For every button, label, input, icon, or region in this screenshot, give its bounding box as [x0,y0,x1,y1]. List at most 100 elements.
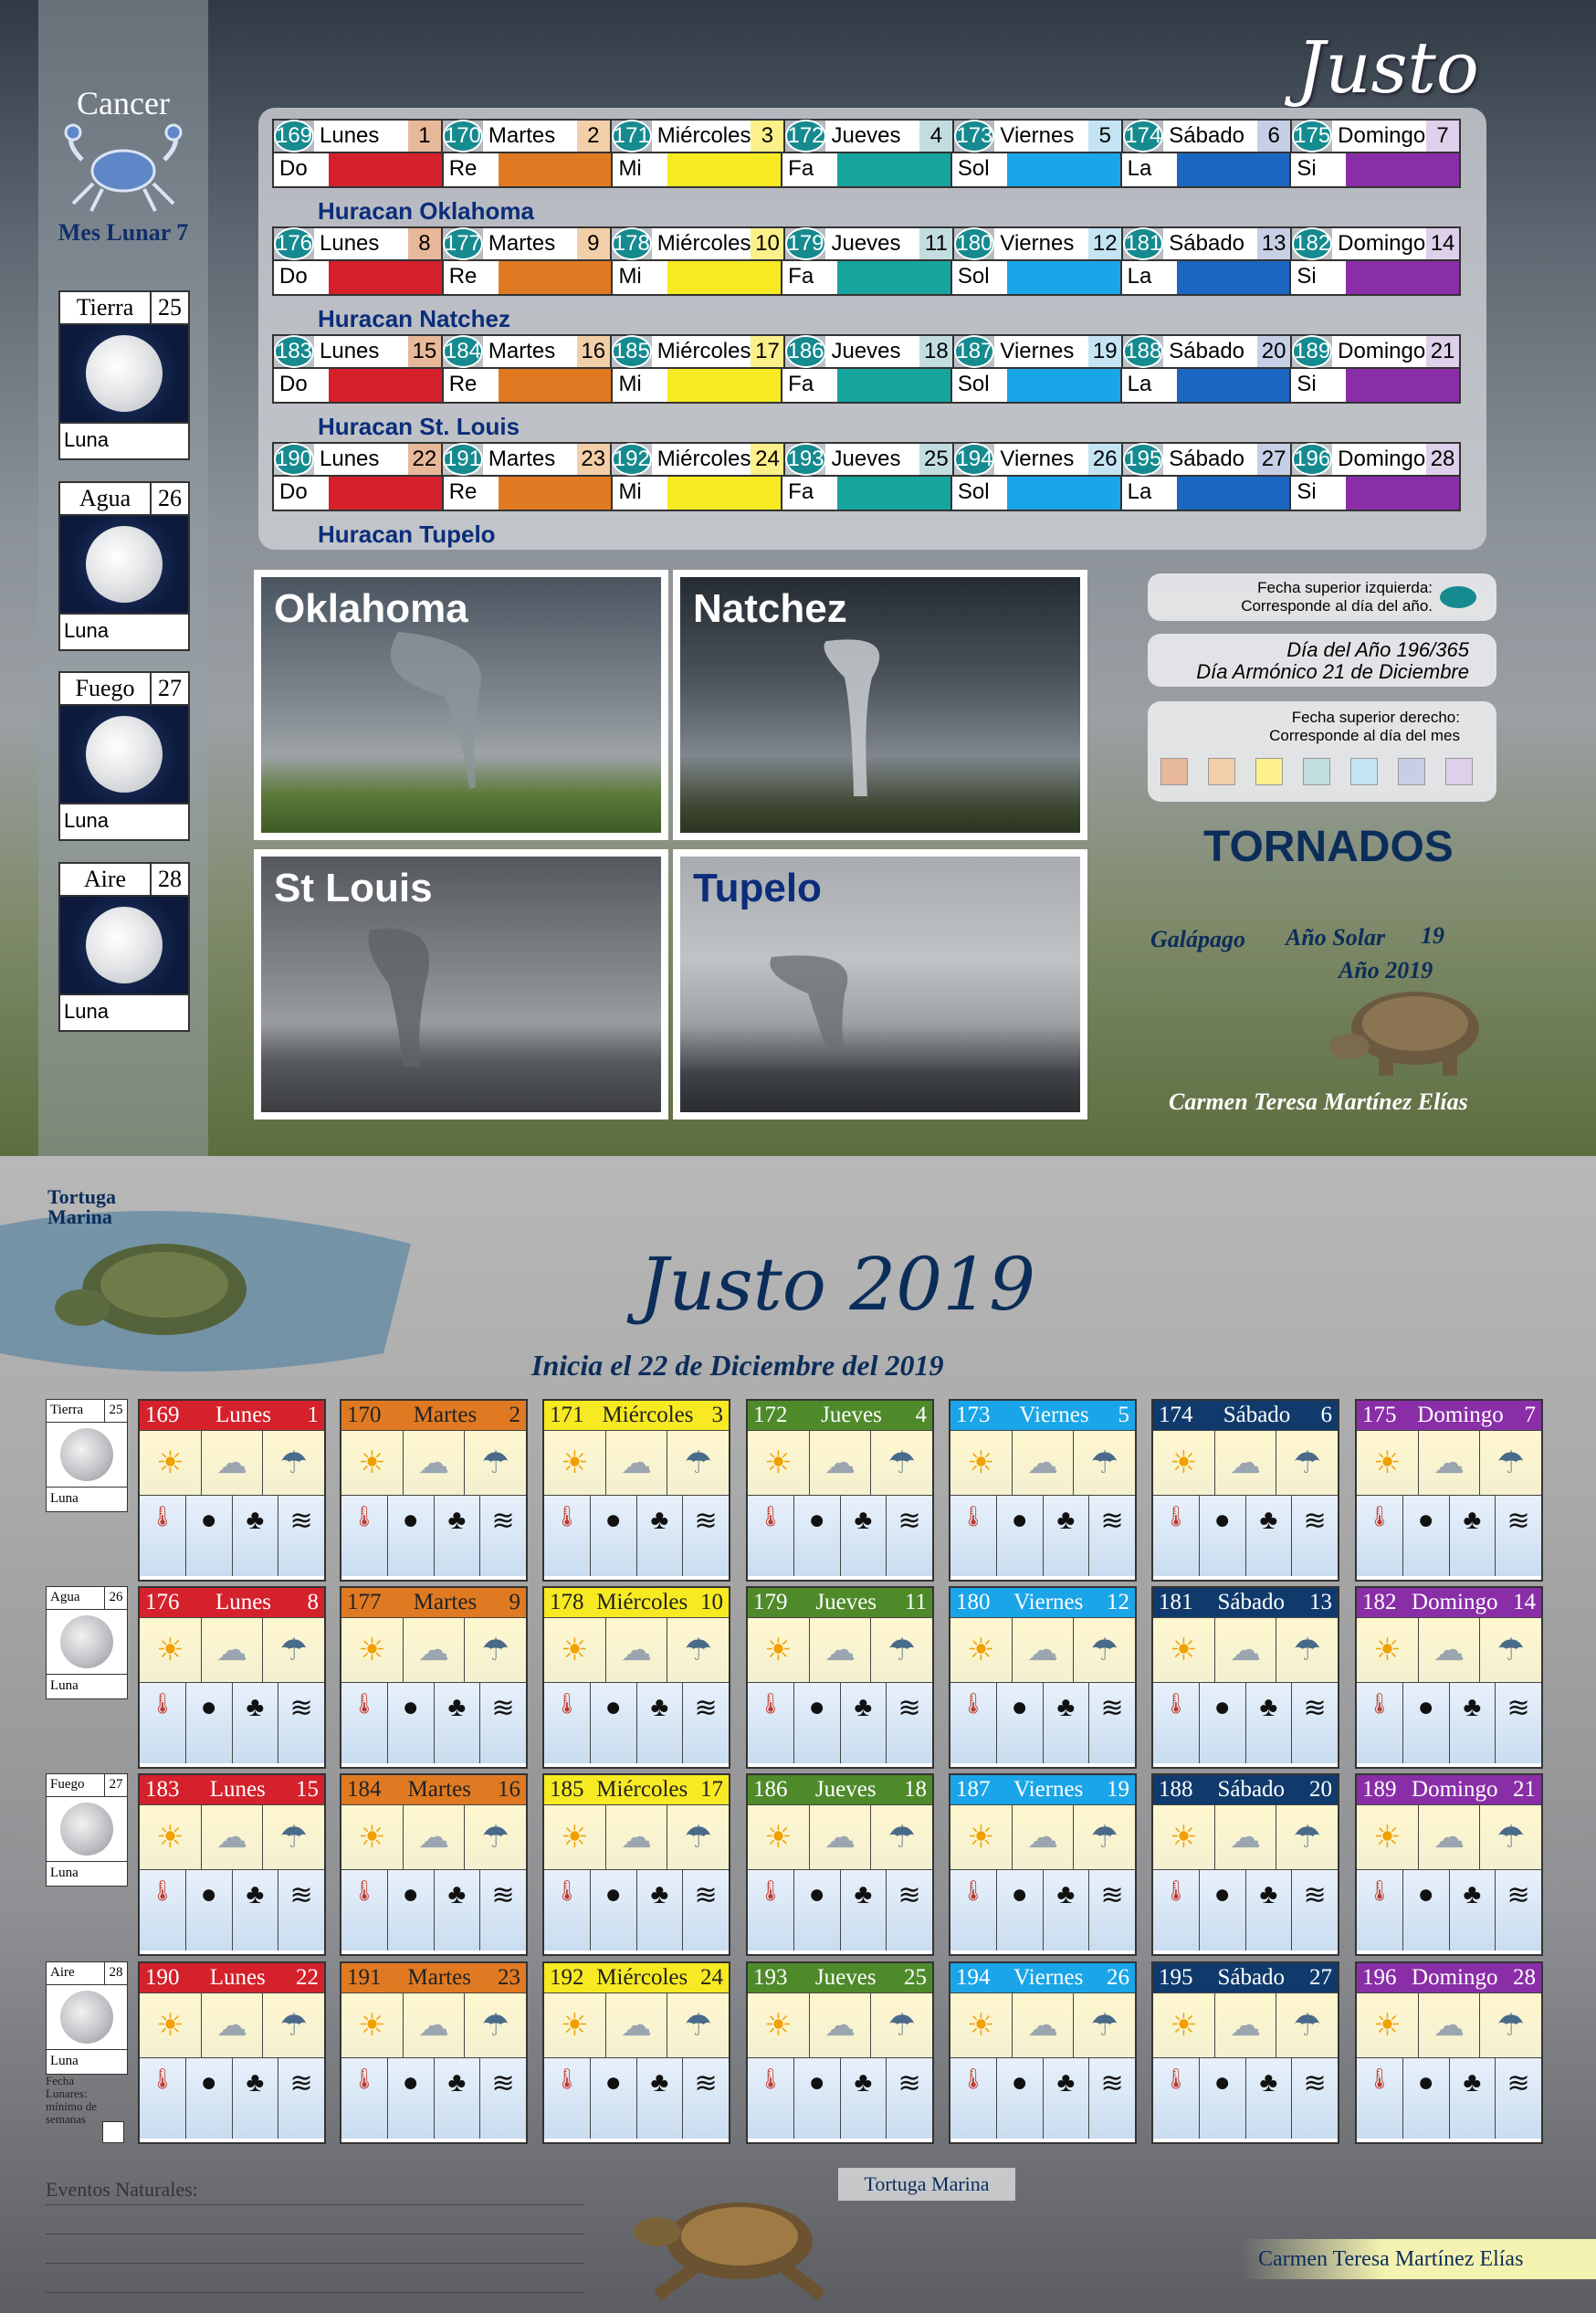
week-row: 176 Lunes 8 177 Martes 9 178 Miércoles 10 179 Juev… [272,226,1462,296]
day-card[interactable]: 178 Miércoles 10 ☀ ☁ ☂ 🌡 ● ♣ ≋ [542,1586,730,1769]
cloud-icon: ☁ [202,1993,264,2057]
day-cell: 185 Miércoles 17 [609,334,784,369]
planet-color-bar [1176,477,1290,510]
day-card[interactable]: 189 Domingo 21 ☀ ☁ ☂ 🌡 ● ♣ ≋ [1355,1773,1543,1956]
planet-cell: Do [272,477,442,511]
cloud-icon: ☁ [1419,1618,1481,1682]
day-cell: 173 Viernes 5 [952,119,1122,153]
day-card[interactable]: 183 Lunes 15 ☀ ☁ ☂ 🌡 ● ♣ ≋ [138,1773,326,1956]
day-of-year-badge: 196 [1292,443,1333,476]
day-of-year: 195 [1159,1965,1193,1990]
cloud-icon: ☁ [202,1618,264,1682]
cloud-icon: ☁ [1013,1805,1075,1869]
day-card[interactable]: 181 Sábado 13 ☀ ☁ ☂ 🌡 ● ♣ ≋ [1151,1586,1339,1769]
tortuga-marina-label: Tortuga Marina [47,1185,116,1228]
day-card[interactable]: 171 Miércoles 3 ☀ ☁ ☂ 🌡 ● ♣ ≋ [542,1399,730,1582]
day-of-year-badge: 190 [273,443,315,476]
thermometer-icon: 🌡 [1153,1683,1200,1763]
weekday-name: Martes [482,336,577,367]
day-card[interactable]: 179 Jueves 11 ☀ ☁ ☂ 🌡 ● ♣ ≋ [746,1586,934,1769]
day-card[interactable]: 186 Jueves 18 ☀ ☁ ☂ 🌡 ● ♣ ≋ [746,1773,934,1956]
fecha-checkbox[interactable] [102,2121,124,2143]
day-card[interactable]: 188 Sábado 20 ☀ ☁ ☂ 🌡 ● ♣ ≋ [1151,1773,1339,1956]
day-card[interactable]: 184 Martes 16 ☀ ☁ ☂ 🌡 ● ♣ ≋ [340,1773,528,1956]
day-card[interactable]: 180 Viernes 12 ☀ ☁ ☂ 🌡 ● ♣ ≋ [949,1586,1137,1769]
wind-icon: ≋ [1303,1506,1327,1536]
day-card[interactable]: 187 Viernes 19 ☀ ☁ ☂ 🌡 ● ♣ ≋ [949,1773,1137,1956]
cloud-icon: ☁ [1013,1993,1075,2057]
planet-color-bar [837,477,950,510]
rain-icon: ☂ [1293,2009,1321,2043]
day-of-year-badge: 194 [954,443,995,476]
day-cell: 189 Domingo 21 [1290,334,1462,369]
day-of-month: 8 [307,1590,319,1614]
day-card[interactable]: 177 Martes 9 ☀ ☁ ☂ 🌡 ● ♣ ≋ [340,1586,528,1769]
day-cell: 178 Miércoles 10 [609,226,784,261]
day-of-year: 173 [956,1403,991,1427]
weekday-name: Miércoles [596,1590,688,1614]
day-card[interactable]: 172 Jueves 4 ☀ ☁ ☂ 🌡 ● ♣ ≋ [746,1399,934,1582]
palm-icon: ♣ [1246,2058,1293,2139]
day-card[interactable]: 190 Lunes 22 ☀ ☁ ☂ 🌡 ● ♣ ≋ [138,1961,326,2144]
day-of-year-badge: 187 [954,335,995,368]
day-cell: 181 Sábado 13 [1121,226,1291,261]
palm-icon: ♣ [1450,1683,1496,1763]
rain-icon: ☂ [481,1634,509,1667]
day-card[interactable]: 169 Lunes 1 ☀ ☁ ☂ 🌡 ● ♣ ≋ [138,1399,326,1582]
thermometer-icon: 🌡 [950,2058,997,2139]
day-of-month: 25 [919,444,953,475]
day-card[interactable]: 185 Miércoles 17 ☀ ☁ ☂ 🌡 ● ♣ ≋ [542,1773,730,1956]
planet-color-bar [498,477,612,510]
planet-cell: Mi [611,153,782,188]
wind-icon: ≋ [1507,1880,1530,1910]
planet-cell: Si [1289,369,1462,404]
day-color-swatches [1160,758,1473,785]
day-card[interactable]: 194 Viernes 26 ☀ ☁ ☂ 🌡 ● ♣ ≋ [949,1961,1137,2144]
day-card[interactable]: 176 Lunes 8 ☀ ☁ ☂ 🌡 ● ♣ ≋ [138,1586,326,1769]
day-card[interactable]: 170 Martes 2 ☀ ☁ ☂ 🌡 ● ♣ ≋ [340,1399,528,1582]
moon-icon: ● [794,2058,841,2139]
sea-turtle-icon [634,2203,826,2301]
info-day-of-year: Día del Año 196/365 Día Armónico 21 de D… [1148,634,1496,687]
rain-icon: ☂ [279,1634,308,1667]
sun-icon: ☀ [544,1993,606,2057]
day-card[interactable]: 191 Martes 23 ☀ ☁ ☂ 🌡 ● ♣ ≋ [340,1961,528,2144]
day-card[interactable]: 195 Sábado 27 ☀ ☁ ☂ 🌡 ● ♣ ≋ [1151,1961,1339,2144]
sun-icon: ☀ [950,1993,1013,2057]
day-of-year-badge: 191 [442,443,483,476]
cloud-icon: ☁ [1013,1618,1075,1682]
palm-icon: ♣ [233,1496,279,1576]
day-of-year-badge: 175 [1292,120,1333,152]
sun-icon: ☀ [1357,1805,1419,1869]
planet-cell: La [1119,153,1290,188]
wind-icon: ≋ [694,2068,718,2098]
palm-icon: ♣ [841,1870,887,1950]
day-of-year-badge: 183 [273,335,315,368]
note-label: Fa [782,477,838,510]
day-of-month: 28 [1426,444,1460,475]
cloud-icon: ☁ [202,1431,264,1495]
day-card[interactable]: 193 Jueves 25 ☀ ☁ ☂ 🌡 ● ♣ ≋ [746,1961,934,2144]
moon-icon [60,1615,113,1668]
day-of-month: 3 [711,1403,724,1427]
day-cell: 177 Martes 9 [440,226,610,261]
planet-color-bar [667,477,782,510]
photo-natchez: Natchez [673,570,1087,840]
day-of-year: 170 [347,1403,382,1427]
cloud-icon: ☁ [1419,1431,1481,1495]
weekday-name: Lunes [314,444,408,475]
moon-label: Luna [58,613,190,651]
rain-icon: ☂ [279,2009,308,2043]
ano-solar-value: 19 [1421,922,1444,949]
day-card[interactable]: 175 Domingo 7 ☀ ☁ ☂ 🌡 ● ♣ ≋ [1355,1399,1543,1582]
rain-icon: ☂ [1090,1446,1118,1480]
planet-color-bar [667,369,782,402]
day-of-year: 169 [145,1403,180,1427]
day-of-month: 9 [509,1590,520,1614]
note-label: Mi [613,153,668,186]
day-card[interactable]: 173 Viernes 5 ☀ ☁ ☂ 🌡 ● ♣ ≋ [949,1399,1137,1582]
day-card[interactable]: 174 Sábado 6 ☀ ☁ ☂ 🌡 ● ♣ ≋ [1151,1399,1339,1582]
day-card[interactable]: 192 Miércoles 24 ☀ ☁ ☂ 🌡 ● ♣ ≋ [542,1961,730,2144]
day-card[interactable]: 182 Domingo 14 ☀ ☁ ☂ 🌡 ● ♣ ≋ [1355,1586,1543,1769]
day-card[interactable]: 196 Domingo 28 ☀ ☁ ☂ 🌡 ● ♣ ≋ [1355,1961,1543,2144]
